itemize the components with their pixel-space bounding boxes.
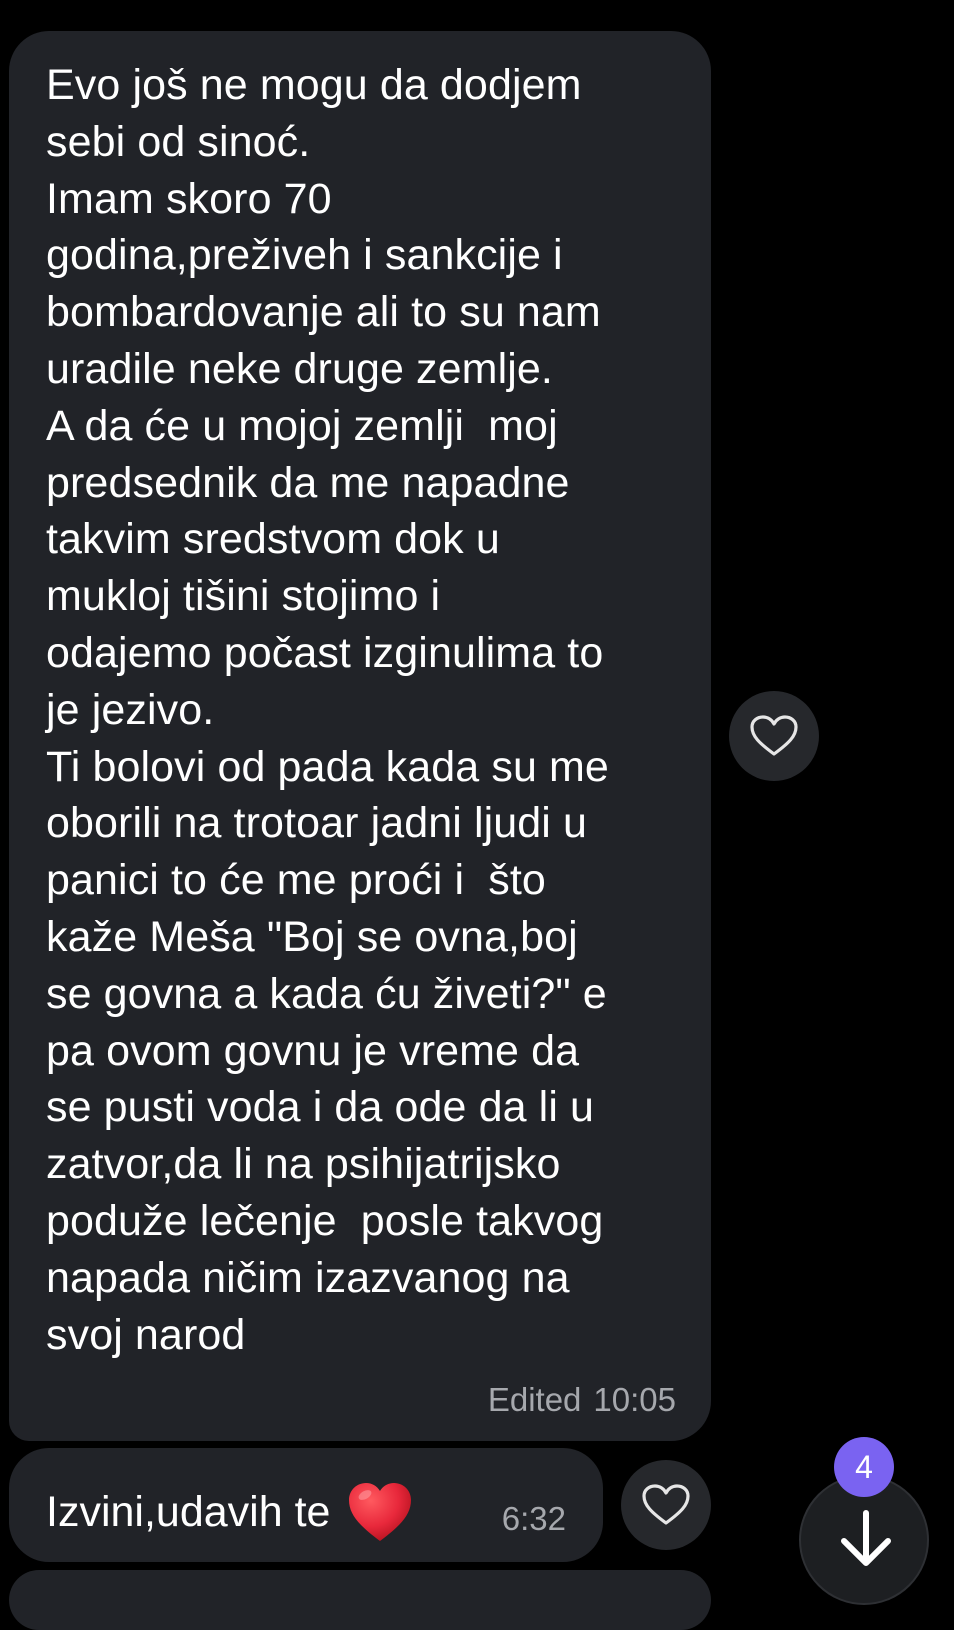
red-heart-emoji-icon (349, 1483, 412, 1541)
arrow-down-icon (841, 1510, 891, 1566)
unread-count-badge: 4 (834, 1437, 894, 1497)
message-bubble-partial (9, 1570, 711, 1630)
heart-outline-icon (642, 1484, 690, 1525)
message-bubble[interactable]: Izvini,udavih te 6:32 (9, 1448, 603, 1562)
message-content: Izvini,udavih te (46, 1480, 414, 1544)
edited-label: Edited (487, 1381, 582, 1418)
heart-outline-icon (750, 715, 798, 756)
react-button[interactable] (621, 1460, 711, 1550)
message-meta: Edited 10:05 (488, 1381, 676, 1419)
message-time: 10:05 (593, 1381, 676, 1418)
react-button[interactable] (729, 691, 819, 781)
message-text: Evo još ne mogu da dodjem sebi od sinoć.… (46, 61, 609, 1359)
message-text: Izvini,udavih te (46, 1488, 331, 1536)
message-bubble[interactable]: Evo još ne mogu da dodjem sebi od sinoć.… (9, 31, 711, 1441)
message-time: 6:32 (501, 1500, 566, 1537)
